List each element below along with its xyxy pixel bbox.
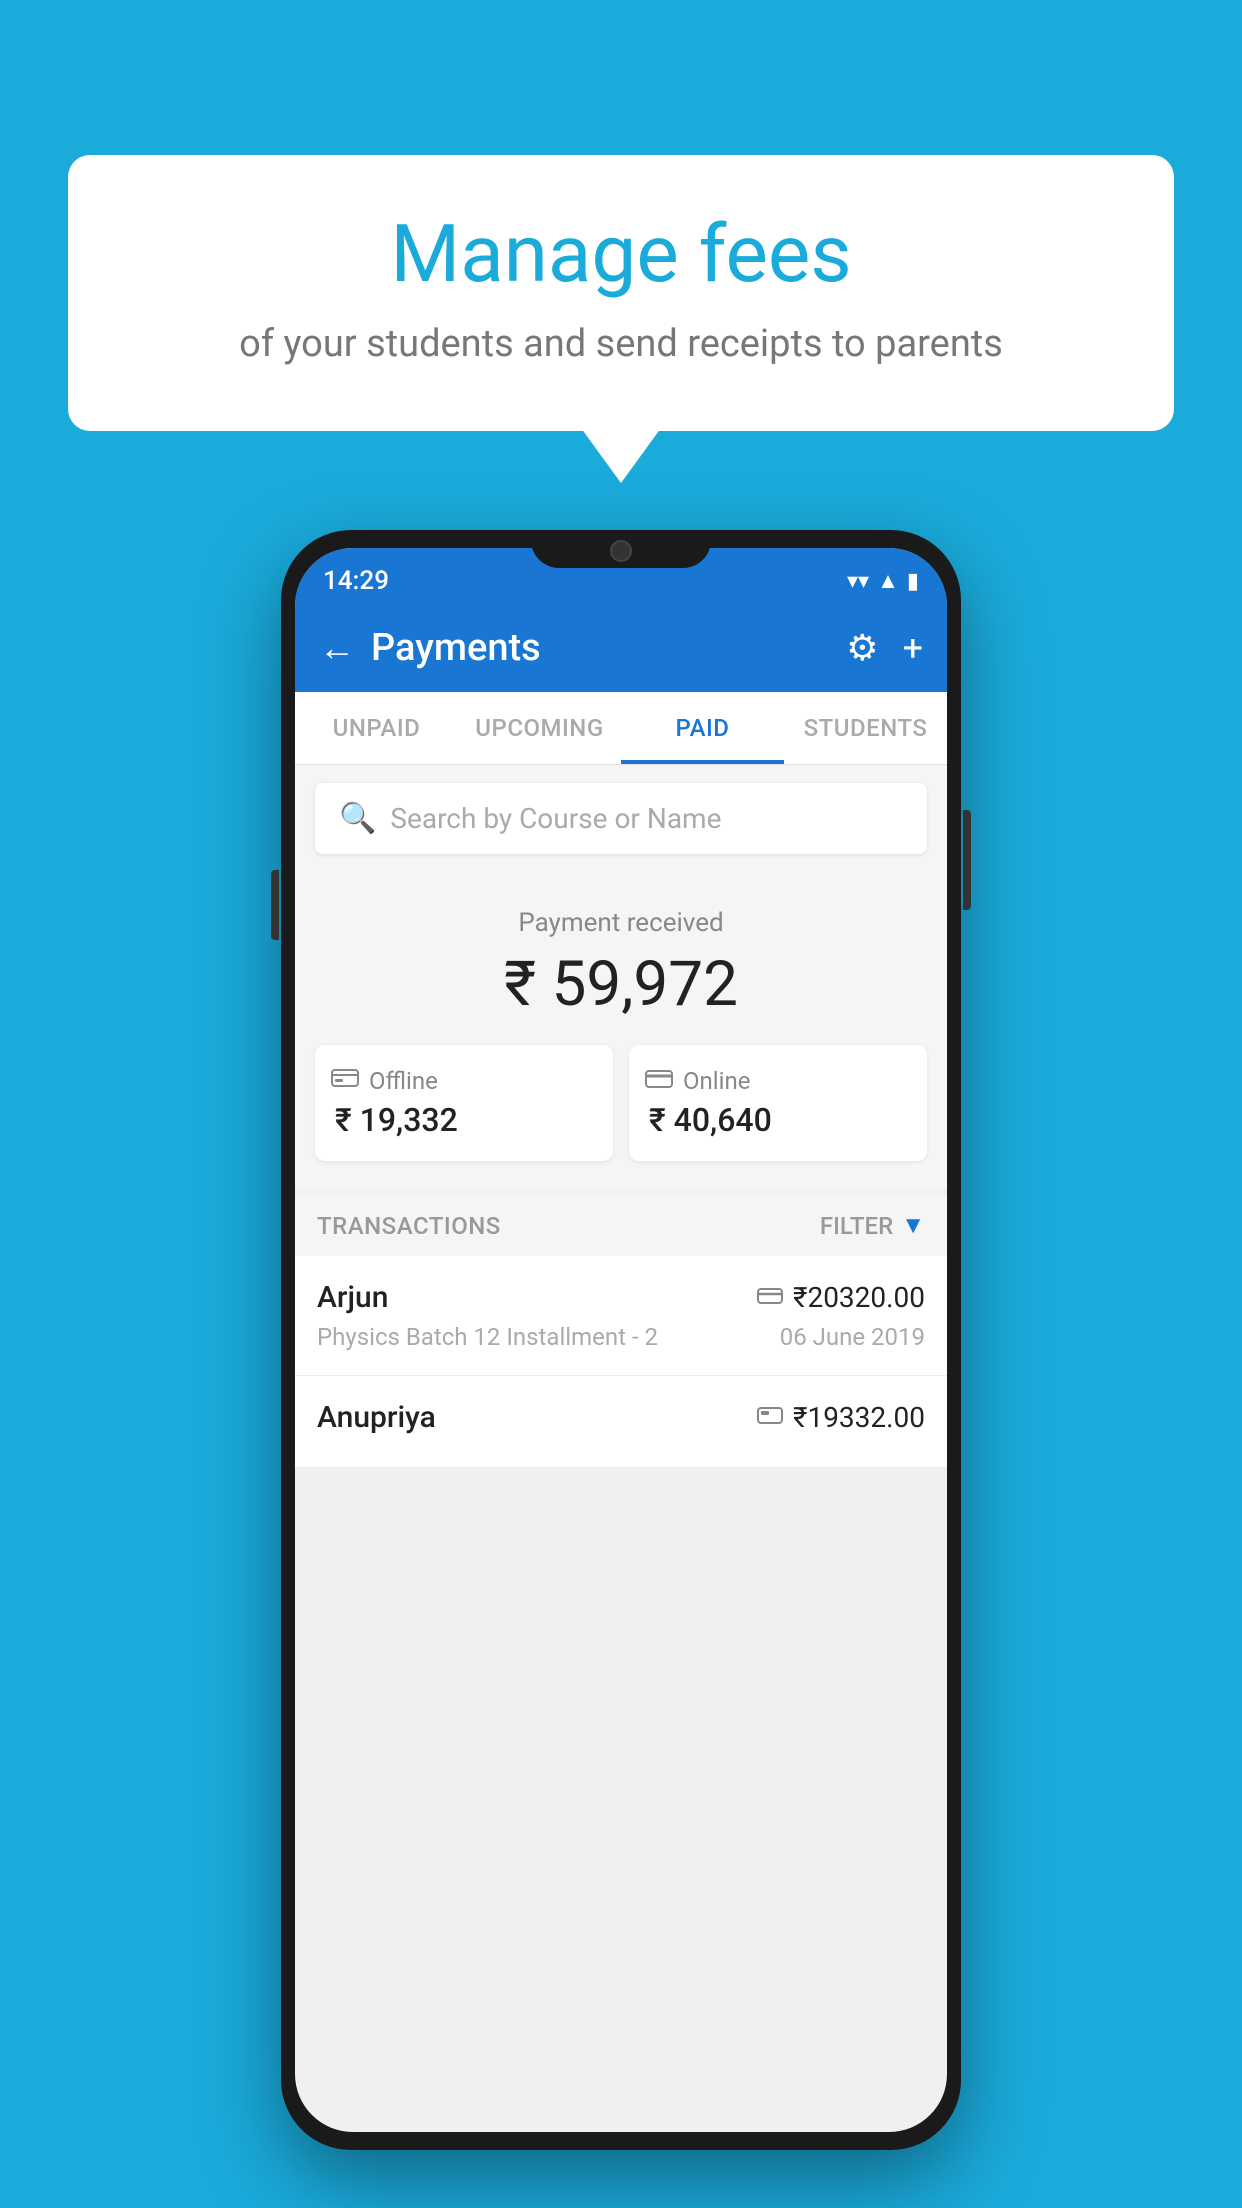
offline-card: Offline ₹ 19,332 <box>315 1045 613 1161</box>
search-icon: 🔍 <box>339 801 376 836</box>
tab-upcoming[interactable]: UPCOMING <box>458 692 621 764</box>
offline-amount: ₹ 19,332 <box>331 1101 458 1139</box>
wifi-icon: ▾▾ <box>847 569 869 594</box>
transactions-header: TRANSACTIONS FILTER ▼ <box>295 1195 947 1256</box>
payment-amount: ₹ 59,972 <box>315 948 927 1021</box>
signal-icon: ▲ <box>877 568 899 594</box>
phone-outer: 14:29 ▾▾ ▲ ▮ ← Payments ⚙ + <box>281 530 961 2150</box>
status-time: 14:29 <box>323 566 389 596</box>
filter-button[interactable]: FILTER ▼ <box>820 1211 925 1240</box>
battery-icon: ▮ <box>907 569 919 594</box>
phone-screen: 14:29 ▾▾ ▲ ▮ ← Payments ⚙ + <box>295 548 947 2132</box>
transaction-top-1: Arjun ₹20320.00 <box>317 1280 925 1315</box>
online-label: Online <box>683 1067 750 1095</box>
search-bar[interactable]: 🔍 Search by Course or Name <box>315 783 927 854</box>
online-card-header: Online <box>645 1067 750 1095</box>
transaction-bottom-1: Physics Batch 12 Installment - 2 06 June… <box>317 1323 925 1351</box>
bubble-subtitle: of your students and send receipts to pa… <box>128 318 1114 371</box>
status-icons: ▾▾ ▲ ▮ <box>847 568 919 594</box>
transaction-amount-2: ₹19332.00 <box>793 1401 925 1434</box>
header-left: ← Payments <box>319 626 541 670</box>
tab-paid[interactable]: PAID <box>621 692 784 764</box>
offline-icon <box>331 1067 359 1095</box>
transaction-amount-container-2: ₹19332.00 <box>757 1401 925 1434</box>
transaction-amount-1: ₹20320.00 <box>793 1281 925 1314</box>
side-button-left <box>271 870 279 940</box>
transaction-date-1: 06 June 2019 <box>780 1323 925 1351</box>
filter-icon: ▼ <box>901 1211 925 1240</box>
transaction-amount-container-1: ₹20320.00 <box>757 1281 925 1314</box>
transaction-name-1: Arjun <box>317 1280 388 1315</box>
speech-bubble-container: Manage fees of your students and send re… <box>68 155 1174 431</box>
transaction-detail-1: Physics Batch 12 Installment - 2 <box>317 1323 658 1351</box>
search-container: 🔍 Search by Course or Name <box>295 765 947 872</box>
transaction-row-2[interactable]: Anupriya ₹19332.00 <box>295 1376 947 1468</box>
side-button-right <box>963 810 971 910</box>
phone-notch <box>531 530 711 568</box>
add-icon[interactable]: + <box>903 627 923 669</box>
search-placeholder: Search by Course or Name <box>390 802 721 835</box>
payment-label: Payment received <box>315 908 927 938</box>
settings-icon[interactable]: ⚙ <box>846 627 878 669</box>
tab-students[interactable]: STUDENTS <box>784 692 947 764</box>
header-title: Payments <box>371 626 541 670</box>
speech-bubble: Manage fees of your students and send re… <box>68 155 1174 431</box>
transaction-type-icon-1 <box>757 1284 783 1312</box>
payment-cards: Offline ₹ 19,332 <box>315 1045 927 1161</box>
online-icon <box>645 1067 673 1095</box>
online-amount: ₹ 40,640 <box>645 1101 772 1139</box>
offline-card-header: Offline <box>331 1067 438 1095</box>
filter-label: FILTER <box>820 1212 893 1240</box>
header-right: ⚙ + <box>846 627 923 669</box>
offline-label: Offline <box>369 1067 438 1095</box>
app-header: ← Payments ⚙ + <box>295 604 947 692</box>
transaction-name-2: Anupriya <box>317 1400 436 1435</box>
transactions-label: TRANSACTIONS <box>317 1212 501 1240</box>
phone-camera <box>610 540 632 562</box>
tab-unpaid[interactable]: UNPAID <box>295 692 458 764</box>
transaction-type-icon-2 <box>757 1404 783 1432</box>
phone-container: 14:29 ▾▾ ▲ ▮ ← Payments ⚙ + <box>281 530 961 2150</box>
transaction-row-1[interactable]: Arjun ₹20320.00 Physics Batch 12 Install… <box>295 1256 947 1376</box>
transaction-top-2: Anupriya ₹19332.00 <box>317 1400 925 1435</box>
tabs-container: UNPAID UPCOMING PAID STUDENTS <box>295 692 947 765</box>
online-card: Online ₹ 40,640 <box>629 1045 927 1161</box>
payment-summary: Payment received ₹ 59,972 <box>295 872 947 1189</box>
back-button[interactable]: ← <box>319 627 355 669</box>
bubble-title: Manage fees <box>128 210 1114 298</box>
